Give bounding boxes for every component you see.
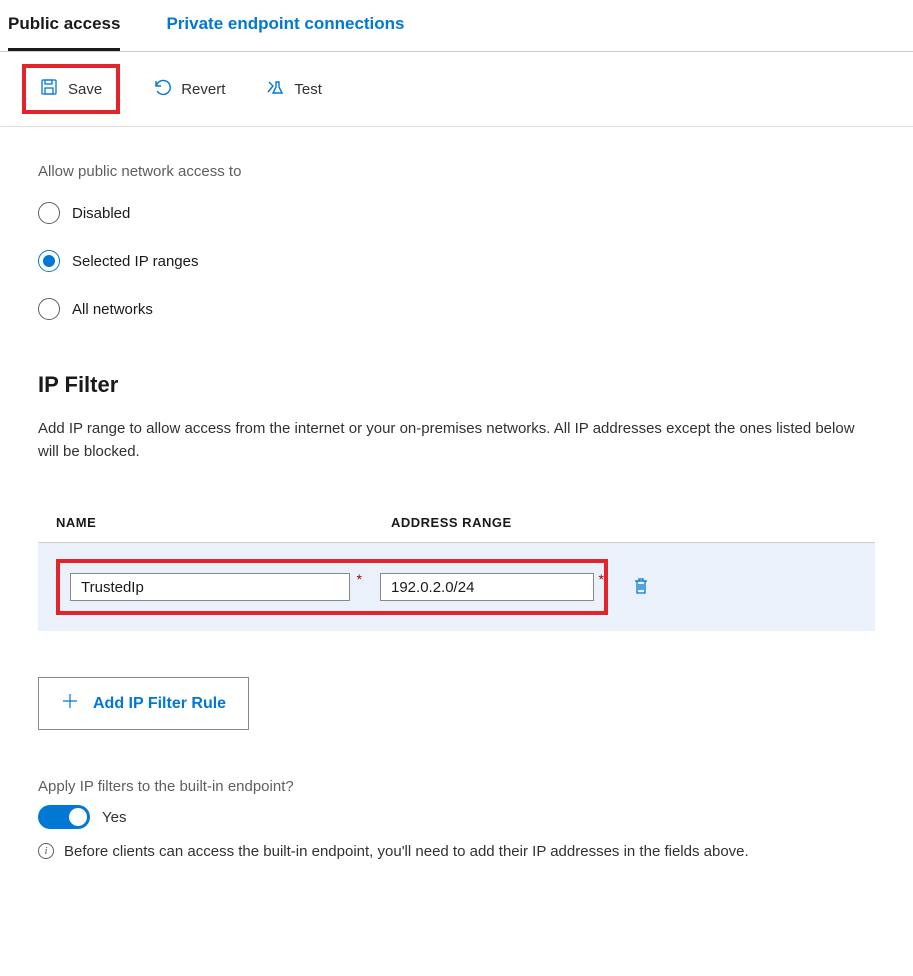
toolbar: Save Revert Test (0, 52, 913, 127)
save-button[interactable]: Save (32, 72, 110, 106)
revert-icon (152, 78, 171, 101)
test-label: Test (294, 81, 322, 98)
info-text: Before clients can access the built-in e… (64, 841, 749, 864)
toggle-value-label: Yes (102, 809, 126, 826)
required-star-icon: * (357, 571, 362, 587)
builtin-endpoint-section: Apply IP filters to the built-in endpoin… (38, 778, 875, 864)
test-icon (265, 78, 284, 101)
ip-filter-table-header: NAME ADDRESS RANGE (38, 503, 875, 542)
radio-disabled[interactable]: Disabled (38, 202, 875, 224)
tab-public-access[interactable]: Public access (8, 0, 120, 51)
radio-label: Selected IP ranges (72, 253, 198, 270)
toggle-row: Yes (38, 805, 875, 829)
tabs-container: Public access Private endpoint connectio… (0, 0, 913, 52)
radio-selected-ip[interactable]: Selected IP ranges (38, 250, 875, 272)
access-label: Allow public network access to (38, 163, 875, 180)
content: Allow public network access to Disabled … (0, 127, 913, 884)
plus-icon (61, 692, 79, 715)
highlight-inputs: * * (56, 559, 608, 615)
revert-label: Revert (181, 81, 225, 98)
trash-icon (632, 584, 650, 599)
highlight-save: Save (22, 64, 120, 114)
name-input[interactable] (70, 573, 350, 601)
save-label: Save (68, 81, 102, 98)
radio-circle-icon (38, 298, 60, 320)
radio-circle-icon (38, 250, 60, 272)
address-range-input[interactable] (380, 573, 594, 601)
test-button[interactable]: Test (257, 72, 330, 107)
column-address-range: ADDRESS RANGE (391, 515, 857, 530)
info-row: i Before clients can access the built-in… (38, 841, 875, 864)
tab-private-endpoint[interactable]: Private endpoint connections (166, 0, 404, 51)
delete-row-button[interactable] (626, 570, 656, 605)
add-ip-filter-rule-button[interactable]: Add IP Filter Rule (38, 677, 249, 730)
info-icon: i (38, 843, 54, 859)
builtin-endpoint-toggle[interactable] (38, 805, 90, 829)
radio-all-networks[interactable]: All networks (38, 298, 875, 320)
ip-filter-heading: IP Filter (38, 372, 875, 398)
add-button-label: Add IP Filter Rule (93, 695, 226, 713)
address-field-wrap: * (380, 573, 594, 601)
radio-circle-icon (38, 202, 60, 224)
required-star-icon: * (599, 571, 604, 587)
save-icon (40, 78, 58, 100)
radio-label: Disabled (72, 205, 130, 222)
radio-dot-icon (43, 255, 55, 267)
column-name: NAME (56, 515, 391, 530)
ip-filter-description: Add IP range to allow access from the in… (38, 418, 875, 463)
table-row: * * (38, 542, 875, 631)
builtin-endpoint-label: Apply IP filters to the built-in endpoin… (38, 778, 875, 795)
toggle-knob-icon (69, 808, 87, 826)
revert-button[interactable]: Revert (144, 72, 233, 107)
access-radio-group: Disabled Selected IP ranges All networks (38, 202, 875, 320)
radio-label: All networks (72, 301, 153, 318)
name-field-wrap: * (70, 573, 380, 601)
